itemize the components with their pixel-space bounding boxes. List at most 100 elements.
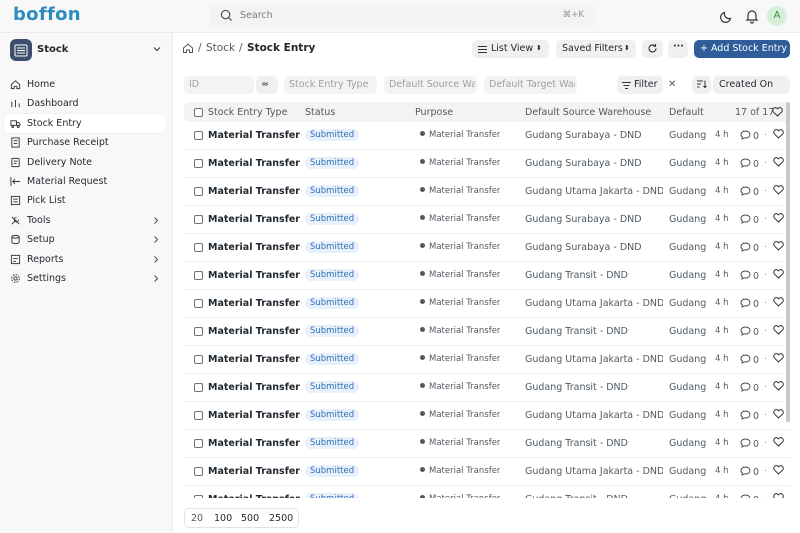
id-filter-condition[interactable]: ≈ xyxy=(256,76,278,94)
row-checkbox[interactable] xyxy=(194,215,203,224)
list-view-button[interactable]: List View ⬍ xyxy=(472,40,549,58)
sidebar-item-home[interactable]: Home xyxy=(4,75,166,94)
row-checkbox[interactable] xyxy=(194,467,203,476)
moon-icon[interactable] xyxy=(719,8,735,24)
comment-count[interactable]: 0 xyxy=(740,382,759,394)
cell-stock-entry-type[interactable]: Material Transfer xyxy=(208,438,300,449)
comment-count[interactable]: 0 xyxy=(740,466,759,478)
cell-stock-entry-type[interactable]: Material Transfer xyxy=(208,186,300,197)
heart-icon[interactable] xyxy=(773,465,784,475)
bell-icon[interactable] xyxy=(744,8,760,24)
more-button[interactable]: ··· xyxy=(668,40,688,58)
heart-icon[interactable] xyxy=(773,269,784,279)
sidebar-item-setup[interactable]: Setup xyxy=(4,230,166,249)
cell-stock-entry-type[interactable]: Material Transfer xyxy=(208,410,300,421)
saved-filters-button[interactable]: Saved Filters ⬍ xyxy=(556,40,636,58)
comment-count[interactable]: 0 xyxy=(740,326,759,338)
table-row[interactable]: Material Transfer Submitted Material Trans… xyxy=(184,178,790,206)
select-all-checkbox[interactable] xyxy=(194,108,203,117)
table-row[interactable]: Material Transfer Submitted Material Trans… xyxy=(184,430,790,458)
row-checkbox[interactable] xyxy=(194,439,203,448)
source-warehouse-filter[interactable]: Default Source Wa xyxy=(384,76,477,94)
heart-icon[interactable] xyxy=(773,185,784,195)
heart-icon[interactable] xyxy=(773,129,784,139)
row-checkbox[interactable] xyxy=(194,327,203,336)
table-row[interactable]: Material Transfer Submitted Material Trans… xyxy=(184,234,790,262)
table-row[interactable]: Material Transfer Submitted Material Trans… xyxy=(184,458,790,486)
comment-count[interactable]: 0 xyxy=(740,270,759,282)
sidebar-item-material-request[interactable]: Material Request xyxy=(4,172,166,191)
comment-count[interactable]: 0 xyxy=(740,242,759,254)
comment-count[interactable]: 0 xyxy=(740,410,759,422)
heart-icon[interactable] xyxy=(772,107,783,117)
heart-icon[interactable] xyxy=(773,157,784,167)
sidebar-item-stock-entry[interactable]: Stock Entry xyxy=(4,113,166,134)
cell-stock-entry-type[interactable]: Material Transfer xyxy=(208,298,300,309)
vertical-scrollbar[interactable] xyxy=(786,102,790,422)
comment-count[interactable]: 0 xyxy=(740,298,759,310)
sort-direction-button[interactable] xyxy=(692,76,711,94)
cell-stock-entry-type[interactable]: Material Transfer xyxy=(208,326,300,337)
refresh-button[interactable] xyxy=(642,40,663,58)
heart-icon[interactable] xyxy=(773,241,784,251)
cell-stock-entry-type[interactable]: Material Transfer xyxy=(208,270,300,281)
row-checkbox[interactable] xyxy=(194,355,203,364)
cell-stock-entry-type[interactable]: Material Transfer xyxy=(208,214,300,225)
table-row[interactable]: Material Transfer Submitted Material Trans… xyxy=(184,290,790,318)
table-row[interactable]: Material Transfer Submitted Material Trans… xyxy=(184,486,790,498)
search-bar[interactable]: Search ⌘+K xyxy=(210,5,596,27)
table-row[interactable]: Material Transfer Submitted Material Trans… xyxy=(184,318,790,346)
table-row[interactable]: Material Transfer Submitted Material Trans… xyxy=(184,206,790,234)
row-checkbox[interactable] xyxy=(194,271,203,280)
comment-count[interactable]: 0 xyxy=(740,130,759,142)
sidebar-item-delivery-note[interactable]: Delivery Note xyxy=(4,153,166,172)
comment-count[interactable]: 0 xyxy=(740,494,759,498)
row-checkbox[interactable] xyxy=(194,131,203,140)
stock-entry-type-filter[interactable]: Stock Entry Type xyxy=(284,76,377,94)
heart-icon[interactable] xyxy=(773,381,784,391)
cell-stock-entry-type[interactable]: Material Transfer xyxy=(208,382,300,393)
table-row[interactable]: Material Transfer Submitted Material Trans… xyxy=(184,374,790,402)
page-length-option[interactable]: 100 xyxy=(214,513,232,524)
cell-stock-entry-type[interactable]: Material Transfer xyxy=(208,494,300,498)
clear-filters-icon[interactable]: ✕ xyxy=(668,79,676,90)
table-row[interactable]: Material Transfer Submitted Material Trans… xyxy=(184,150,790,178)
table-row[interactable]: Material Transfer Submitted Material Trans… xyxy=(184,262,790,290)
sidebar-item-reports[interactable]: Reports xyxy=(4,250,166,269)
user-avatar[interactable]: A xyxy=(767,6,787,26)
comment-count[interactable]: 0 xyxy=(740,438,759,450)
heart-icon[interactable] xyxy=(773,437,784,447)
heart-icon[interactable] xyxy=(773,493,784,498)
target-warehouse-filter[interactable]: Default Target War xyxy=(484,76,577,94)
row-checkbox[interactable] xyxy=(194,299,203,308)
cell-stock-entry-type[interactable]: Material Transfer xyxy=(208,354,300,365)
comment-count[interactable]: 0 xyxy=(740,214,759,226)
breadcrumb-parent[interactable]: Stock xyxy=(206,42,235,54)
heart-icon[interactable] xyxy=(773,213,784,223)
workspace-switcher[interactable]: Stock xyxy=(10,39,164,61)
row-checkbox[interactable] xyxy=(194,383,203,392)
row-checkbox[interactable] xyxy=(194,159,203,168)
app-logo[interactable]: boffon xyxy=(13,4,81,25)
row-checkbox[interactable] xyxy=(194,411,203,420)
sidebar-item-tools[interactable]: Tools xyxy=(4,211,166,230)
row-checkbox[interactable] xyxy=(194,495,203,498)
row-checkbox[interactable] xyxy=(194,187,203,196)
table-row[interactable]: Material Transfer Submitted Material Trans… xyxy=(184,346,790,374)
cell-stock-entry-type[interactable]: Material Transfer xyxy=(208,158,300,169)
comment-count[interactable]: 0 xyxy=(740,158,759,170)
comment-count[interactable]: 0 xyxy=(740,354,759,366)
sidebar-item-settings[interactable]: Settings xyxy=(4,269,166,288)
heart-icon[interactable] xyxy=(773,409,784,419)
table-row[interactable]: Material Transfer Submitted Material Trans… xyxy=(184,122,790,150)
page-length-option[interactable]: 500 xyxy=(241,513,259,524)
cell-stock-entry-type[interactable]: Material Transfer xyxy=(208,242,300,253)
table-row[interactable]: Material Transfer Submitted Material Trans… xyxy=(184,402,790,430)
filter-button[interactable]: Filter xyxy=(617,76,663,94)
sidebar-item-purchase-receipt[interactable]: Purchase Receipt xyxy=(4,133,166,152)
row-checkbox[interactable] xyxy=(194,243,203,252)
heart-icon[interactable] xyxy=(773,297,784,307)
cell-stock-entry-type[interactable]: Material Transfer xyxy=(208,130,300,141)
sidebar-item-pick-list[interactable]: Pick List xyxy=(4,191,166,210)
id-filter-input[interactable]: ID xyxy=(184,76,254,94)
